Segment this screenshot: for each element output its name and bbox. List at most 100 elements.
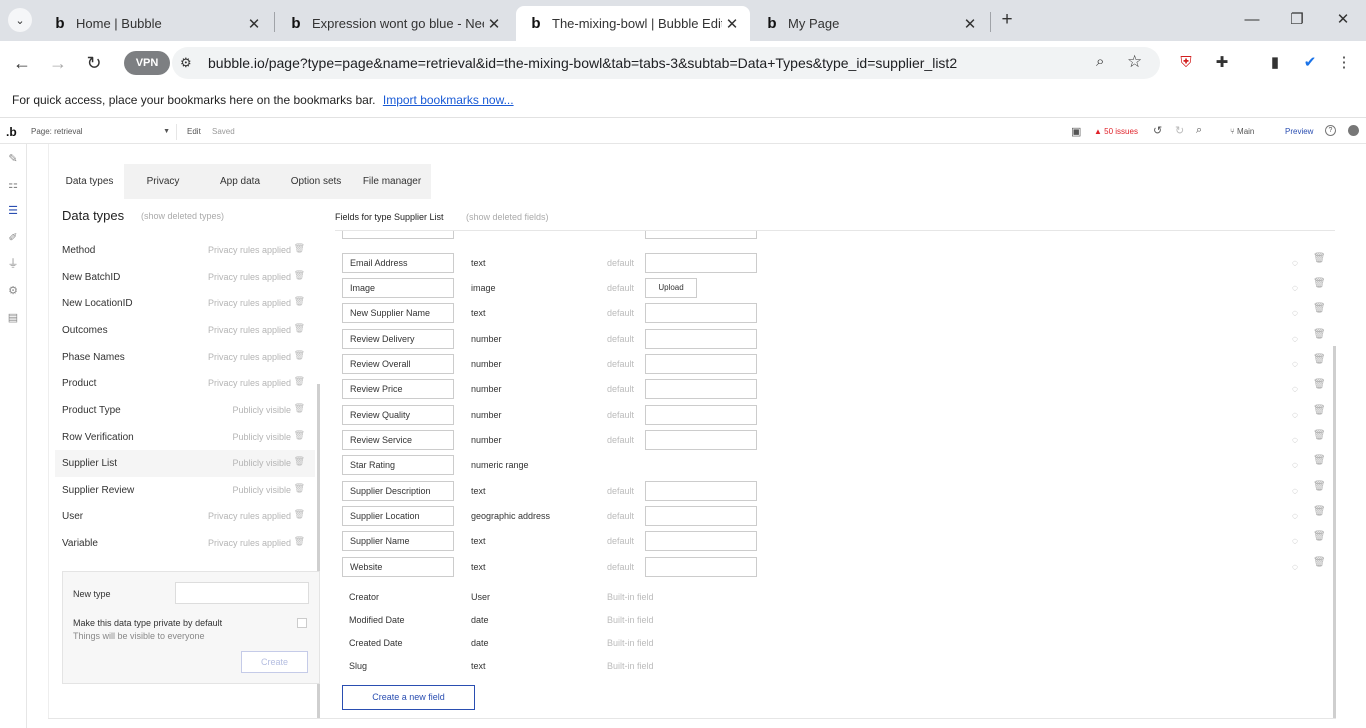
bubble-logo[interactable]: .b bbox=[6, 125, 17, 139]
field-default-input[interactable] bbox=[645, 354, 757, 374]
field-name-input[interactable]: Email Address bbox=[342, 253, 454, 273]
new-tab-plus-icon[interactable]: + bbox=[996, 8, 1018, 32]
field-name-input[interactable]: Review Overall bbox=[342, 354, 454, 374]
tab-app-data[interactable]: App data bbox=[205, 164, 275, 199]
field-type[interactable]: number bbox=[471, 384, 502, 394]
data-type-row[interactable]: Supplier Review Publicly visible 🗑 bbox=[55, 477, 315, 504]
trash-icon[interactable]: 🗑 bbox=[1313, 329, 1326, 340]
field-name-input[interactable]: Star Rating bbox=[342, 455, 454, 475]
side-panel-icon[interactable]: ▮ bbox=[1265, 53, 1285, 73]
create-new-field-button[interactable]: Create a new field bbox=[342, 685, 475, 710]
comment-icon[interactable]: ◌ bbox=[1292, 334, 1298, 345]
trash-icon[interactable]: 🗑 bbox=[294, 243, 305, 254]
field-name-input[interactable]: Review Price bbox=[342, 379, 454, 399]
trash-icon[interactable]: 🗑 bbox=[1313, 430, 1326, 441]
address-bar[interactable]: ⚙ bubble.io/page?type=page&name=retrieva… bbox=[172, 47, 1160, 79]
data-type-row[interactable]: Product Privacy rules applied 🗑 bbox=[55, 370, 315, 397]
back-arrow-icon[interactable]: ← bbox=[10, 52, 34, 74]
zoom-magnifier-icon[interactable]: ⌕ bbox=[1096, 53, 1104, 70]
design-tab-icon[interactable]: ✎ bbox=[6, 152, 20, 166]
fields-scrollbar[interactable] bbox=[1333, 346, 1336, 719]
comment-icon[interactable]: ◌ bbox=[1292, 359, 1298, 370]
trash-icon[interactable]: 🗑 bbox=[1313, 455, 1326, 466]
field-default-input[interactable] bbox=[645, 253, 757, 273]
trash-icon[interactable]: 🗑 bbox=[1313, 379, 1326, 390]
trash-icon[interactable]: 🗑 bbox=[294, 403, 305, 414]
data-type-row[interactable]: New BatchID Privacy rules applied 🗑 bbox=[55, 264, 315, 291]
url-text[interactable]: bubble.io/page?type=page&name=retrieval&… bbox=[208, 55, 957, 71]
field-name-input[interactable] bbox=[342, 231, 454, 239]
field-type[interactable]: number bbox=[471, 410, 502, 420]
new-type-input[interactable] bbox=[175, 582, 309, 604]
field-type[interactable]: number bbox=[471, 435, 502, 445]
search-icon[interactable]: ⌕ bbox=[1196, 124, 1202, 137]
bookmark-star-icon[interactable]: ☆ bbox=[1127, 52, 1142, 72]
field-name-input[interactable]: Supplier Description bbox=[342, 481, 454, 501]
trash-icon[interactable]: 🗑 bbox=[294, 323, 305, 334]
preview-link[interactable]: Preview bbox=[1285, 127, 1313, 136]
data-type-row[interactable]: User Privacy rules applied 🗑 bbox=[55, 503, 315, 530]
create-type-button[interactable]: Create bbox=[241, 651, 308, 673]
tab-search-chevron-icon[interactable]: ⌄ bbox=[8, 8, 32, 32]
close-icon[interactable]: ✕ bbox=[484, 15, 504, 33]
edit-menu[interactable]: Edit bbox=[187, 127, 201, 136]
field-default-input[interactable] bbox=[645, 430, 757, 450]
data-type-row[interactable]: New LocationID Privacy rules applied 🗑 bbox=[55, 290, 315, 317]
reload-icon[interactable]: ↻ bbox=[82, 52, 106, 74]
data-type-row[interactable]: Row Verification Publicly visible 🗑 bbox=[55, 424, 315, 451]
data-type-row[interactable]: Supplier List Publicly visible 🗑 bbox=[55, 450, 315, 477]
browser-menu-icon[interactable]: ⋮ bbox=[1334, 53, 1354, 73]
trash-icon[interactable]: 🗑 bbox=[1313, 557, 1326, 568]
field-name-input[interactable]: Review Service bbox=[342, 430, 454, 450]
field-type[interactable]: text bbox=[471, 486, 486, 496]
close-icon[interactable]: ✕ bbox=[722, 15, 742, 33]
trash-icon[interactable]: 🗑 bbox=[294, 270, 305, 281]
issues-indicator[interactable]: ▲ 50 issues bbox=[1094, 127, 1138, 136]
tab-option-sets[interactable]: Option sets bbox=[281, 164, 351, 199]
shield-extension-icon[interactable]: ⛨ bbox=[1176, 53, 1196, 73]
site-info-icon[interactable]: ⚙ bbox=[180, 55, 192, 71]
field-type[interactable]: text bbox=[471, 562, 486, 572]
security-extension-icon[interactable]: ✔ bbox=[1300, 53, 1320, 73]
field-type[interactable]: text bbox=[471, 258, 486, 268]
field-type[interactable]: number bbox=[471, 359, 502, 369]
plugins-tab-icon[interactable]: ⏚ bbox=[6, 257, 20, 271]
field-name-input[interactable]: Website bbox=[342, 557, 454, 577]
field-name-input[interactable]: Review Delivery bbox=[342, 329, 454, 349]
window-close-icon[interactable]: ✕ bbox=[1328, 8, 1358, 32]
data-type-row[interactable]: Method Privacy rules applied 🗑 bbox=[55, 237, 315, 264]
vpn-badge[interactable]: VPN bbox=[124, 51, 170, 75]
workflow-tab-icon[interactable]: ⚏ bbox=[6, 178, 20, 192]
data-type-row[interactable]: Variable Privacy rules applied 🗑 bbox=[55, 530, 315, 557]
import-bookmarks-link[interactable]: Import bookmarks now... bbox=[383, 93, 514, 107]
field-type[interactable]: image bbox=[471, 283, 496, 293]
browser-tab-my-page[interactable]: b My Page ✕ bbox=[752, 6, 988, 41]
comment-icon[interactable]: ◌ bbox=[1292, 435, 1298, 446]
field-default-input[interactable] bbox=[645, 481, 757, 501]
comment-icon[interactable]: ◌ bbox=[1292, 511, 1298, 522]
styles-tab-icon[interactable]: ✐ bbox=[6, 231, 20, 245]
trash-icon[interactable]: 🗑 bbox=[1313, 531, 1326, 542]
trash-icon[interactable]: 🗑 bbox=[294, 350, 305, 361]
trash-icon[interactable]: 🗑 bbox=[294, 296, 305, 307]
trash-icon[interactable]: 🗑 bbox=[294, 456, 305, 467]
comment-icon[interactable]: ◌ bbox=[1292, 460, 1298, 471]
trash-icon[interactable]: 🗑 bbox=[1313, 303, 1326, 314]
trash-icon[interactable]: 🗑 bbox=[1313, 506, 1326, 517]
undo-icon[interactable]: ↺ bbox=[1153, 124, 1162, 137]
field-default-input[interactable] bbox=[645, 405, 757, 425]
field-default-input[interactable] bbox=[645, 506, 757, 526]
field-default-input[interactable] bbox=[645, 303, 757, 323]
tab-file-manager[interactable]: File manager bbox=[357, 164, 427, 199]
field-default-input[interactable] bbox=[645, 231, 757, 239]
data-tab-icon[interactable]: ☰ bbox=[6, 204, 20, 218]
show-deleted-types-link[interactable]: (show deleted types) bbox=[141, 211, 224, 221]
trash-icon[interactable]: 🗑 bbox=[294, 376, 305, 387]
field-name-input[interactable]: Supplier Name bbox=[342, 531, 454, 551]
field-type[interactable]: text bbox=[471, 308, 486, 318]
data-type-row[interactable]: Product Type Publicly visible 🗑 bbox=[55, 397, 315, 424]
browser-tab-editor[interactable]: b The-mixing-bowl | Bubble Edito ✕ bbox=[516, 6, 750, 41]
page-selector[interactable]: Page: retrieval ▼ bbox=[27, 124, 177, 140]
close-icon[interactable]: ✕ bbox=[960, 15, 980, 33]
comment-icon[interactable]: ◌ bbox=[1292, 308, 1298, 319]
